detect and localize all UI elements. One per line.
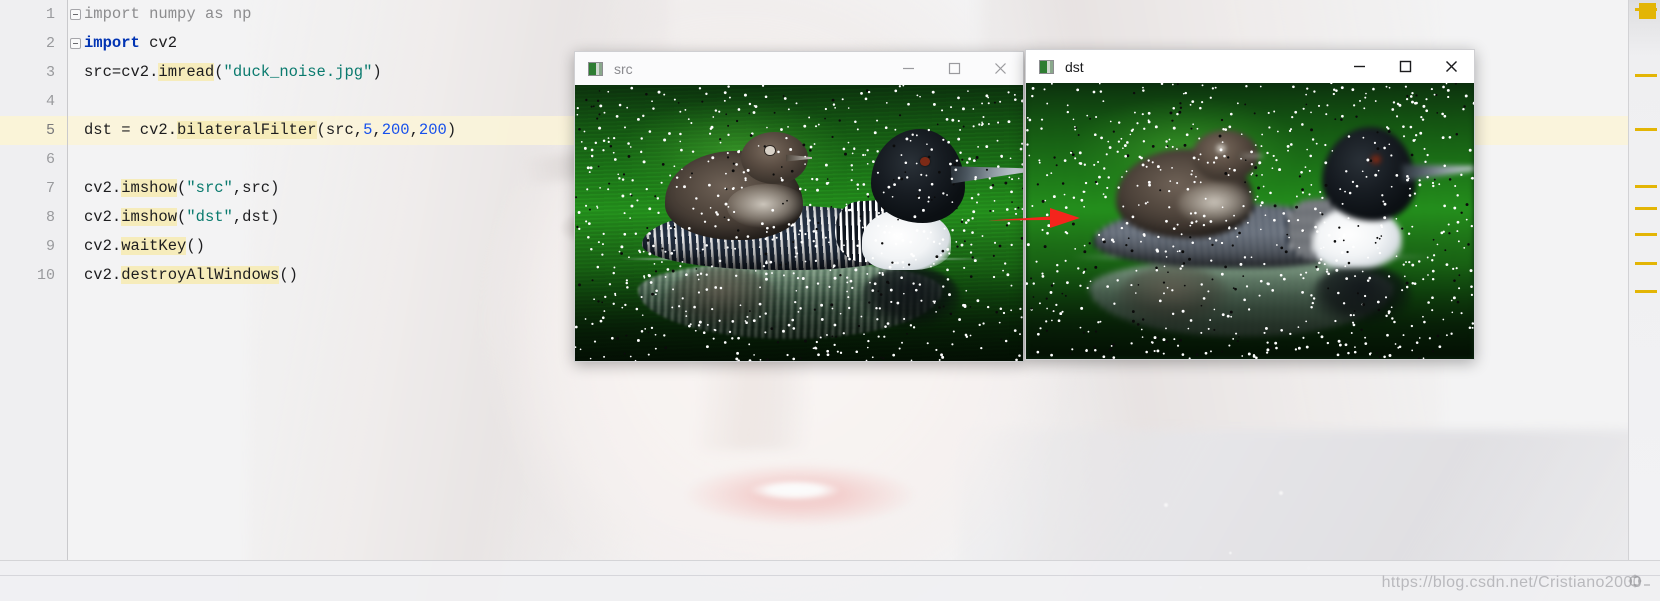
noisy-loon-photo	[575, 85, 1023, 361]
maximize-button[interactable]	[931, 52, 977, 86]
dst-window-titlebar[interactable]: dst	[1025, 49, 1475, 83]
code-token: "src"	[186, 179, 233, 197]
code-token: bilateralFilter	[177, 121, 317, 139]
code-token: as	[204, 5, 224, 23]
code-folding-column[interactable]	[68, 0, 84, 560]
line-number[interactable]: 10	[0, 261, 67, 290]
code-token: src=cv2.	[84, 63, 159, 81]
code-token: cv2.	[84, 179, 122, 197]
src-window-titlebar[interactable]: src	[574, 51, 1024, 85]
code-token: "duck_noise.jpg"	[223, 63, 373, 81]
code-token: imread	[158, 63, 215, 81]
code-token: cv2.	[84, 237, 122, 255]
code-token: )	[446, 121, 457, 139]
code-token: (src,	[316, 121, 364, 139]
code-token: (	[177, 208, 187, 226]
code-line[interactable]: import numpy as np	[68, 0, 1628, 29]
code-token: numpy	[139, 5, 205, 23]
marker-tick[interactable]	[1635, 8, 1657, 11]
src-window-controls[interactable]	[885, 52, 1023, 86]
code-token: import	[84, 34, 140, 52]
src-image-canvas	[574, 85, 1024, 362]
code-token: waitKey	[121, 237, 187, 255]
red-arrow	[988, 208, 1080, 228]
marker-tick[interactable]	[1635, 262, 1657, 265]
scrollbar-thumb[interactable]	[1639, 3, 1656, 19]
code-fold-icon[interactable]	[70, 38, 81, 49]
line-number[interactable]: 9	[0, 232, 67, 261]
line-number[interactable]: 6	[0, 145, 67, 174]
line-number[interactable]: 7	[0, 174, 67, 203]
code-token: np	[223, 5, 252, 23]
code-token: 5	[363, 121, 373, 139]
code-token: "dst"	[186, 208, 233, 226]
marker-tick[interactable]	[1635, 128, 1657, 131]
code-token: cv2.	[84, 266, 122, 284]
maximize-button[interactable]	[1382, 50, 1428, 84]
code-token: destroyAllWindows	[121, 266, 280, 284]
watermark-badge-icon	[1628, 574, 1650, 588]
minimize-button[interactable]	[885, 52, 931, 86]
code-token: ,	[409, 121, 419, 139]
watermark-text: https://blog.csdn.net/Cristiano2000	[1381, 574, 1642, 591]
marker-tick[interactable]	[1635, 233, 1657, 236]
close-button[interactable]	[1428, 50, 1474, 84]
code-token: imshow	[121, 179, 178, 197]
line-number[interactable]: 5	[0, 116, 67, 145]
opencv-app-icon	[588, 61, 603, 76]
marker-tick[interactable]	[1635, 207, 1657, 210]
minimize-button[interactable]	[1336, 50, 1382, 84]
line-number[interactable]: 2	[0, 29, 67, 58]
marker-tick[interactable]	[1635, 185, 1657, 188]
code-token: )	[372, 63, 382, 81]
code-token: ,	[372, 121, 382, 139]
line-number[interactable]: 4	[0, 87, 67, 116]
code-token: ()	[279, 266, 298, 284]
code-fold-icon[interactable]	[70, 9, 81, 20]
editor-marker-bar[interactable]	[1628, 0, 1660, 560]
code-token: ,dst)	[232, 208, 280, 226]
code-token: (	[214, 63, 224, 81]
code-token: 200	[381, 121, 410, 139]
line-number[interactable]: 1	[0, 0, 67, 29]
code-token: cv2.	[84, 208, 122, 226]
code-token: ,src)	[232, 179, 280, 197]
code-token: import	[84, 5, 140, 23]
code-token: cv2	[139, 34, 178, 52]
dst-window-controls[interactable]	[1336, 50, 1474, 84]
code-token: dst = cv2.	[84, 121, 178, 139]
code-token: 200	[418, 121, 447, 139]
line-number[interactable]: 8	[0, 203, 67, 232]
code-token: ()	[186, 237, 205, 255]
close-button[interactable]	[977, 52, 1023, 86]
dst-window-title: dst	[1065, 58, 1084, 75]
src-window-title: src	[614, 60, 633, 77]
marker-tick[interactable]	[1635, 74, 1657, 77]
marker-tick[interactable]	[1635, 290, 1657, 293]
code-token: imshow	[121, 208, 178, 226]
opencv-app-icon	[1039, 59, 1054, 74]
src-window[interactable]: src	[574, 51, 1024, 362]
code-token: (	[177, 179, 187, 197]
line-number[interactable]: 3	[0, 58, 67, 87]
line-number-gutter[interactable]: 1 2 3 4 5 6 7 8 9 10	[0, 0, 68, 560]
